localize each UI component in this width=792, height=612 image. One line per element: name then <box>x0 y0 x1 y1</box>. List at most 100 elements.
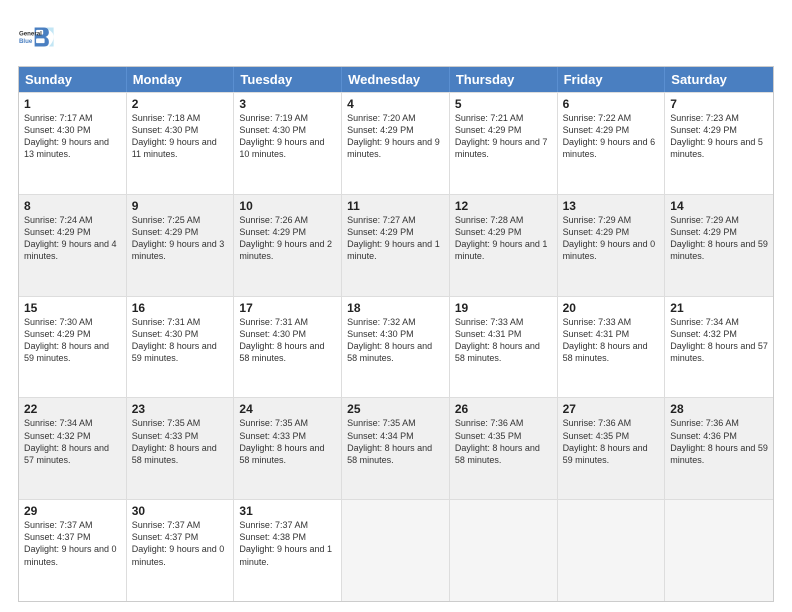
calendar-cell: 9Sunrise: 7:25 AM Sunset: 4:29 PM Daylig… <box>127 195 235 296</box>
day-number: 10 <box>239 199 336 213</box>
calendar-cell <box>450 500 558 601</box>
calendar-day-header: Wednesday <box>342 67 450 92</box>
calendar-body: 1Sunrise: 7:17 AM Sunset: 4:30 PM Daylig… <box>19 92 773 601</box>
calendar-cell: 3Sunrise: 7:19 AM Sunset: 4:30 PM Daylig… <box>234 93 342 194</box>
day-number: 25 <box>347 402 444 416</box>
calendar-cell: 19Sunrise: 7:33 AM Sunset: 4:31 PM Dayli… <box>450 297 558 398</box>
day-info: Sunrise: 7:27 AM Sunset: 4:29 PM Dayligh… <box>347 214 444 263</box>
calendar-week-row: 22Sunrise: 7:34 AM Sunset: 4:32 PM Dayli… <box>19 397 773 499</box>
header: General Blue <box>18 18 774 56</box>
day-number: 18 <box>347 301 444 315</box>
calendar-cell: 7Sunrise: 7:23 AM Sunset: 4:29 PM Daylig… <box>665 93 773 194</box>
day-number: 5 <box>455 97 552 111</box>
calendar-day-header: Thursday <box>450 67 558 92</box>
day-number: 30 <box>132 504 229 518</box>
calendar-cell: 6Sunrise: 7:22 AM Sunset: 4:29 PM Daylig… <box>558 93 666 194</box>
day-info: Sunrise: 7:20 AM Sunset: 4:29 PM Dayligh… <box>347 112 444 161</box>
calendar-cell: 30Sunrise: 7:37 AM Sunset: 4:37 PM Dayli… <box>127 500 235 601</box>
calendar-day-header: Saturday <box>665 67 773 92</box>
calendar-cell <box>558 500 666 601</box>
calendar-week-row: 29Sunrise: 7:37 AM Sunset: 4:37 PM Dayli… <box>19 499 773 601</box>
day-number: 22 <box>24 402 121 416</box>
day-info: Sunrise: 7:37 AM Sunset: 4:38 PM Dayligh… <box>239 519 336 568</box>
calendar-cell: 14Sunrise: 7:29 AM Sunset: 4:29 PM Dayli… <box>665 195 773 296</box>
calendar-cell: 2Sunrise: 7:18 AM Sunset: 4:30 PM Daylig… <box>127 93 235 194</box>
calendar-cell: 31Sunrise: 7:37 AM Sunset: 4:38 PM Dayli… <box>234 500 342 601</box>
calendar-cell <box>665 500 773 601</box>
calendar: SundayMondayTuesdayWednesdayThursdayFrid… <box>18 66 774 602</box>
day-info: Sunrise: 7:36 AM Sunset: 4:36 PM Dayligh… <box>670 417 768 466</box>
day-info: Sunrise: 7:35 AM Sunset: 4:33 PM Dayligh… <box>239 417 336 466</box>
day-number: 23 <box>132 402 229 416</box>
day-info: Sunrise: 7:21 AM Sunset: 4:29 PM Dayligh… <box>455 112 552 161</box>
day-info: Sunrise: 7:28 AM Sunset: 4:29 PM Dayligh… <box>455 214 552 263</box>
calendar-cell: 24Sunrise: 7:35 AM Sunset: 4:33 PM Dayli… <box>234 398 342 499</box>
day-info: Sunrise: 7:29 AM Sunset: 4:29 PM Dayligh… <box>563 214 660 263</box>
day-number: 28 <box>670 402 768 416</box>
calendar-week-row: 15Sunrise: 7:30 AM Sunset: 4:29 PM Dayli… <box>19 296 773 398</box>
day-number: 8 <box>24 199 121 213</box>
calendar-day-header: Tuesday <box>234 67 342 92</box>
day-number: 24 <box>239 402 336 416</box>
day-info: Sunrise: 7:22 AM Sunset: 4:29 PM Dayligh… <box>563 112 660 161</box>
svg-text:General: General <box>19 31 42 38</box>
day-info: Sunrise: 7:31 AM Sunset: 4:30 PM Dayligh… <box>239 316 336 365</box>
day-info: Sunrise: 7:35 AM Sunset: 4:34 PM Dayligh… <box>347 417 444 466</box>
day-number: 13 <box>563 199 660 213</box>
day-number: 17 <box>239 301 336 315</box>
calendar-week-row: 1Sunrise: 7:17 AM Sunset: 4:30 PM Daylig… <box>19 92 773 194</box>
calendar-cell: 8Sunrise: 7:24 AM Sunset: 4:29 PM Daylig… <box>19 195 127 296</box>
day-info: Sunrise: 7:37 AM Sunset: 4:37 PM Dayligh… <box>132 519 229 568</box>
calendar-cell: 12Sunrise: 7:28 AM Sunset: 4:29 PM Dayli… <box>450 195 558 296</box>
day-number: 14 <box>670 199 768 213</box>
calendar-cell: 26Sunrise: 7:36 AM Sunset: 4:35 PM Dayli… <box>450 398 558 499</box>
calendar-day-header: Monday <box>127 67 235 92</box>
day-number: 3 <box>239 97 336 111</box>
day-number: 21 <box>670 301 768 315</box>
day-info: Sunrise: 7:36 AM Sunset: 4:35 PM Dayligh… <box>455 417 552 466</box>
calendar-week-row: 8Sunrise: 7:24 AM Sunset: 4:29 PM Daylig… <box>19 194 773 296</box>
calendar-cell: 17Sunrise: 7:31 AM Sunset: 4:30 PM Dayli… <box>234 297 342 398</box>
day-number: 7 <box>670 97 768 111</box>
day-info: Sunrise: 7:23 AM Sunset: 4:29 PM Dayligh… <box>670 112 768 161</box>
calendar-day-header: Friday <box>558 67 666 92</box>
calendar-cell: 25Sunrise: 7:35 AM Sunset: 4:34 PM Dayli… <box>342 398 450 499</box>
day-number: 12 <box>455 199 552 213</box>
calendar-cell: 22Sunrise: 7:34 AM Sunset: 4:32 PM Dayli… <box>19 398 127 499</box>
calendar-cell: 15Sunrise: 7:30 AM Sunset: 4:29 PM Dayli… <box>19 297 127 398</box>
day-number: 20 <box>563 301 660 315</box>
calendar-cell: 13Sunrise: 7:29 AM Sunset: 4:29 PM Dayli… <box>558 195 666 296</box>
page: General Blue SundayMondayTuesdayWednesda… <box>0 0 792 612</box>
day-info: Sunrise: 7:34 AM Sunset: 4:32 PM Dayligh… <box>670 316 768 365</box>
calendar-cell <box>342 500 450 601</box>
calendar-cell: 5Sunrise: 7:21 AM Sunset: 4:29 PM Daylig… <box>450 93 558 194</box>
day-number: 15 <box>24 301 121 315</box>
day-info: Sunrise: 7:36 AM Sunset: 4:35 PM Dayligh… <box>563 417 660 466</box>
day-number: 2 <box>132 97 229 111</box>
day-info: Sunrise: 7:33 AM Sunset: 4:31 PM Dayligh… <box>563 316 660 365</box>
calendar-cell: 1Sunrise: 7:17 AM Sunset: 4:30 PM Daylig… <box>19 93 127 194</box>
calendar-cell: 4Sunrise: 7:20 AM Sunset: 4:29 PM Daylig… <box>342 93 450 194</box>
svg-text:Blue: Blue <box>19 38 33 45</box>
calendar-cell: 29Sunrise: 7:37 AM Sunset: 4:37 PM Dayli… <box>19 500 127 601</box>
logo-svg: General Blue <box>18 18 56 56</box>
day-info: Sunrise: 7:17 AM Sunset: 4:30 PM Dayligh… <box>24 112 121 161</box>
day-number: 31 <box>239 504 336 518</box>
day-info: Sunrise: 7:29 AM Sunset: 4:29 PM Dayligh… <box>670 214 768 263</box>
calendar-header: SundayMondayTuesdayWednesdayThursdayFrid… <box>19 67 773 92</box>
day-number: 4 <box>347 97 444 111</box>
day-info: Sunrise: 7:37 AM Sunset: 4:37 PM Dayligh… <box>24 519 121 568</box>
day-info: Sunrise: 7:31 AM Sunset: 4:30 PM Dayligh… <box>132 316 229 365</box>
day-number: 16 <box>132 301 229 315</box>
day-info: Sunrise: 7:32 AM Sunset: 4:30 PM Dayligh… <box>347 316 444 365</box>
day-number: 29 <box>24 504 121 518</box>
calendar-cell: 11Sunrise: 7:27 AM Sunset: 4:29 PM Dayli… <box>342 195 450 296</box>
day-info: Sunrise: 7:30 AM Sunset: 4:29 PM Dayligh… <box>24 316 121 365</box>
calendar-cell: 16Sunrise: 7:31 AM Sunset: 4:30 PM Dayli… <box>127 297 235 398</box>
calendar-day-header: Sunday <box>19 67 127 92</box>
day-number: 9 <box>132 199 229 213</box>
day-info: Sunrise: 7:18 AM Sunset: 4:30 PM Dayligh… <box>132 112 229 161</box>
day-info: Sunrise: 7:35 AM Sunset: 4:33 PM Dayligh… <box>132 417 229 466</box>
calendar-cell: 27Sunrise: 7:36 AM Sunset: 4:35 PM Dayli… <box>558 398 666 499</box>
day-info: Sunrise: 7:26 AM Sunset: 4:29 PM Dayligh… <box>239 214 336 263</box>
